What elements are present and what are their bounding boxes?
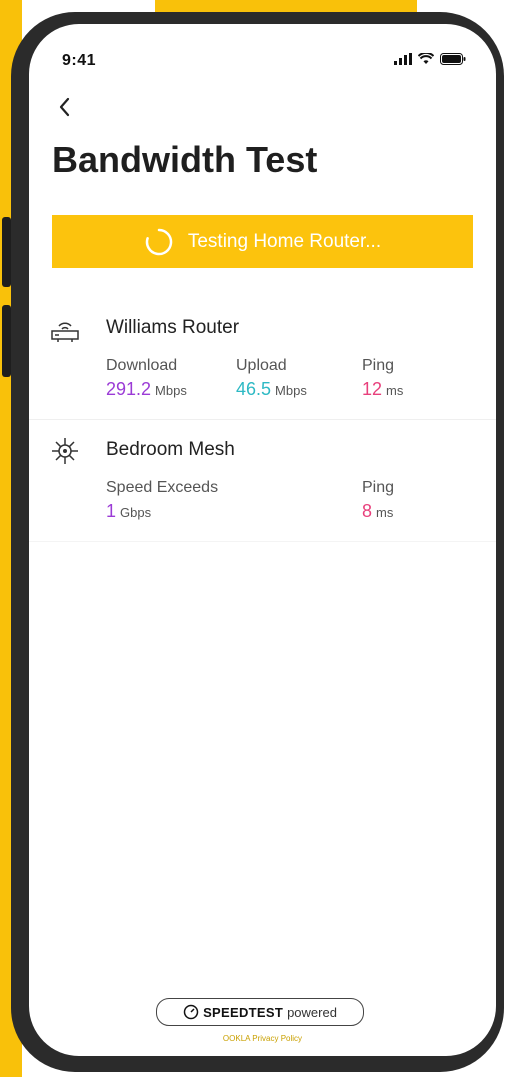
metric-label: Upload <box>236 357 287 374</box>
metric-unit: Gbps <box>120 505 152 520</box>
metric-unit: ms <box>386 383 404 398</box>
loading-spinner-icon <box>145 228 173 255</box>
metric-unit: Mbps <box>155 383 187 398</box>
metric-ping: Ping 12 ms <box>362 357 403 400</box>
status-time: 9:41 <box>62 52 97 69</box>
router-icon <box>51 322 79 342</box>
metric-value: 46.5 <box>236 379 272 399</box>
signal-icon <box>394 53 412 65</box>
metric-label: Speed Exceeds <box>106 479 219 496</box>
metric-label: Ping <box>362 357 395 374</box>
badge-powered: powered <box>287 1004 337 1020</box>
metric-download: Download 291.2 Mbps <box>106 357 187 400</box>
metric-label: Download <box>106 357 178 374</box>
device-row-bedroom-mesh[interactable]: Bedroom Mesh Speed Exceeds 1 Gbps Ping 8m… <box>29 421 496 542</box>
back-button[interactable] <box>51 92 81 122</box>
speedtest-powered-badge[interactable]: SPEEDTEST powered <box>156 998 364 1026</box>
metric-label: Ping <box>362 479 395 496</box>
wifi-icon <box>418 53 434 64</box>
metric-value: 12 <box>362 379 383 399</box>
metric-speed-exceeds: Speed Exceeds 1 Gbps <box>106 479 218 522</box>
status-icons <box>394 53 466 65</box>
speedometer-icon <box>183 1004 199 1020</box>
page-title: Bandwidth Test <box>52 139 318 180</box>
volume-up-button <box>2 217 11 287</box>
metric-value: 1 <box>106 501 117 521</box>
chevron-left-icon <box>59 97 70 117</box>
phone-screen: 9:41 Bandwidth Test Testing Home Router.… <box>29 24 496 1056</box>
privacy-policy-link[interactable]: OOKLA Privacy Policy <box>29 1034 496 1043</box>
volume-down-button <box>2 305 11 377</box>
mesh-node-icon <box>52 438 78 464</box>
battery-icon <box>440 53 466 65</box>
badge-brand: SPEEDTEST <box>203 1004 284 1020</box>
metric-unit: Mbps <box>275 383 307 398</box>
device-row-williams-router[interactable]: Williams Router Download 291.2 Mbps Uploa… <box>29 299 496 420</box>
testing-status-banner[interactable]: Testing Home Router... <box>52 215 473 268</box>
metric-value: 291.2 <box>106 379 152 399</box>
device-name: Williams Router <box>106 317 240 338</box>
status-bar: 9:41 <box>29 24 496 74</box>
metric-ping: Ping 8 ms <box>362 479 394 522</box>
device-name: Bedroom Mesh <box>106 439 235 460</box>
banner-label: Testing Home Router... <box>187 230 382 252</box>
metric-unit: ms <box>376 505 394 520</box>
metric-upload: Upload 46.5 Mbps <box>236 357 307 400</box>
metric-value: 8 <box>362 501 373 521</box>
